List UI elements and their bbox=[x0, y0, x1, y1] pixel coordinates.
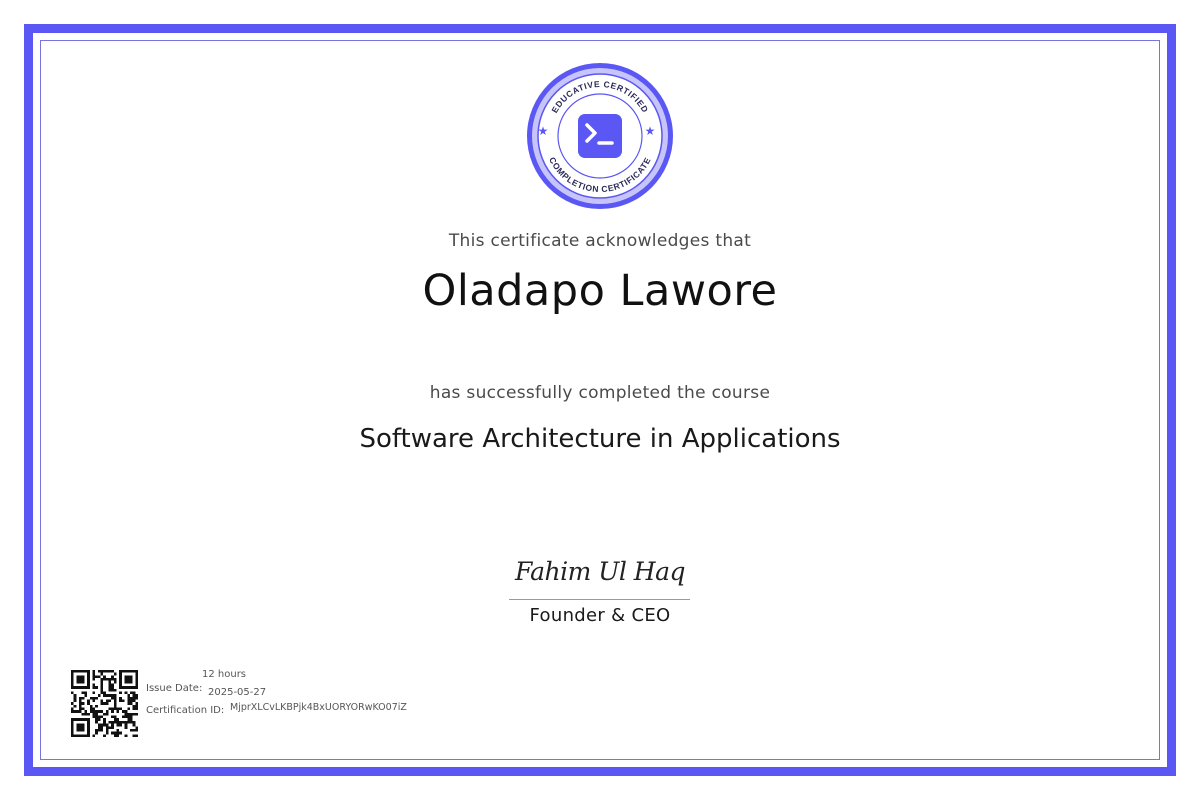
certification-id-value: MjprXLCvLKBPjk4BxUORYORwKO07iZ bbox=[230, 702, 407, 713]
course-duration: 12 hours bbox=[202, 669, 247, 680]
seal-left-star-icon: ★ bbox=[538, 124, 549, 138]
completion-text: has successfully completed the course bbox=[429, 383, 771, 403]
recipient-name: Oladapo Lawore bbox=[422, 266, 778, 316]
issue-date-value: 2025-05-27 bbox=[208, 687, 267, 698]
signature: Fahim Ul Haq bbox=[514, 557, 686, 586]
issue-date-label: Issue Date: bbox=[146, 683, 203, 694]
seal-right-star-icon: ★ bbox=[645, 124, 656, 138]
certificate-seal: EDUCATIVE CERTIFIED COMPLETION CERTIFICA… bbox=[524, 60, 676, 212]
signature-line bbox=[509, 599, 690, 600]
signatory-role: Founder & CEO bbox=[529, 605, 671, 626]
terminal-prompt-icon bbox=[578, 114, 622, 158]
qr-code bbox=[71, 670, 138, 737]
course-title: Software Architecture in Applications bbox=[359, 424, 841, 454]
acknowledgement-text: This certificate acknowledges that bbox=[448, 231, 752, 251]
certification-id-label: Certification ID: bbox=[146, 705, 225, 716]
